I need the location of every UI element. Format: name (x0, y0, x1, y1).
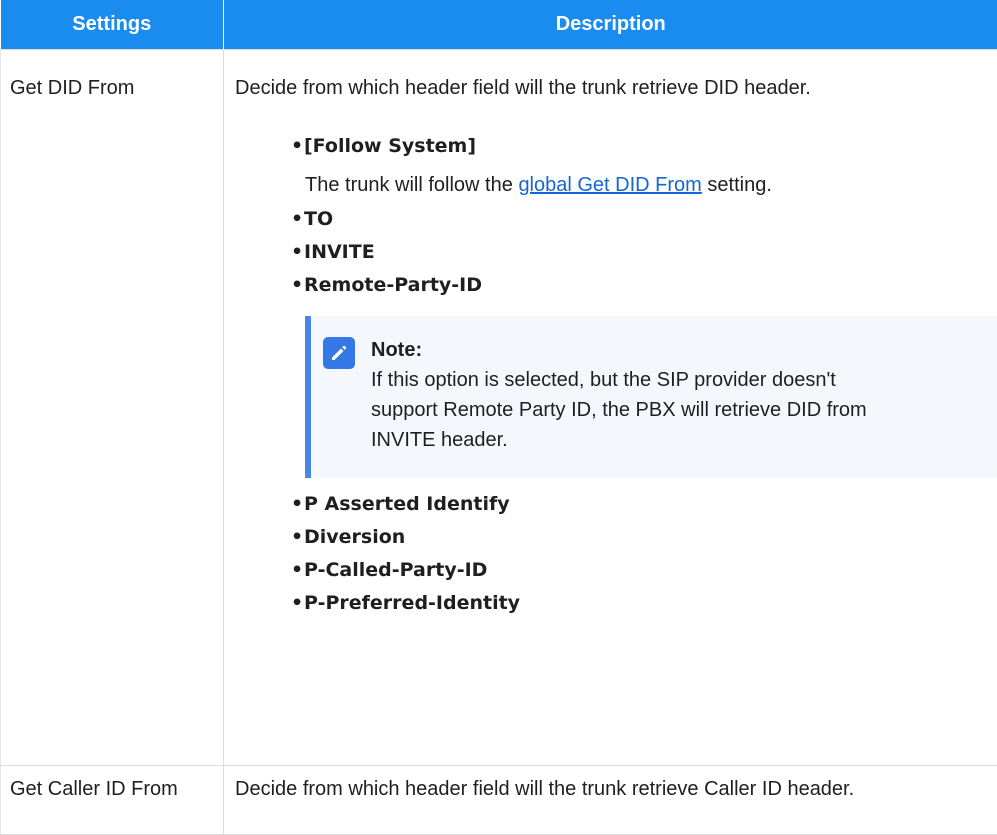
follow-system-description: The trunk will follow the global Get DID… (235, 163, 997, 203)
table-row: Get DID From Decide from which header fi… (1, 50, 997, 766)
setting-description: Decide from which header field will the … (235, 73, 997, 103)
option-label: Diversion (304, 526, 405, 548)
option-label: P Asserted Identify (304, 493, 510, 515)
list-item: •INVITE (291, 236, 997, 269)
settings-table: Settings Description Get DID From Decide… (0, 0, 997, 835)
option-label: P-Called-Party-ID (304, 559, 487, 581)
note-body: Note: If this option is selected, but th… (371, 335, 891, 455)
list-item: •TO (291, 203, 997, 236)
setting-name: Get Caller ID From (1, 766, 224, 835)
option-label: P-Preferred-Identity (304, 592, 520, 614)
note-callout: Note: If this option is selected, but th… (305, 316, 997, 478)
note-text: If this option is selected, but the SIP … (371, 365, 891, 455)
option-label: Remote-Party-ID (304, 274, 482, 296)
option-list: •[Follow System] (235, 130, 997, 163)
description-column-header: Description (224, 0, 997, 50)
option-label: [Follow System] (304, 135, 476, 157)
table-header-row: Settings Description (1, 0, 997, 50)
list-item: •P-Called-Party-ID (291, 554, 997, 587)
option-list: •TO •INVITE •Remote-Party-ID (235, 203, 997, 302)
option-label: TO (304, 208, 333, 230)
follow-system-text: The trunk will follow the (305, 174, 513, 196)
edit-note-icon (323, 337, 355, 369)
list-item: •P Asserted Identify (291, 488, 997, 521)
list-item: •Remote-Party-ID (291, 269, 997, 302)
setting-description-cell: Decide from which header field will the … (224, 50, 997, 766)
note-title: Note: (371, 335, 891, 365)
setting-name: Get DID From (1, 50, 224, 766)
setting-description: Decide from which header field will the … (224, 766, 997, 835)
table-row: Get Caller ID From Decide from which hea… (1, 766, 997, 835)
option-list: •P Asserted Identify •Diversion •P-Calle… (235, 488, 997, 620)
settings-column-header: Settings (1, 0, 224, 50)
global-get-did-from-link[interactable]: global Get DID From (518, 174, 701, 196)
list-item: •P-Preferred-Identity (291, 587, 997, 620)
list-item: •Diversion (291, 521, 997, 554)
follow-system-text-end: setting. (707, 174, 771, 196)
list-item: •[Follow System] (291, 130, 997, 163)
option-label: INVITE (304, 241, 375, 263)
